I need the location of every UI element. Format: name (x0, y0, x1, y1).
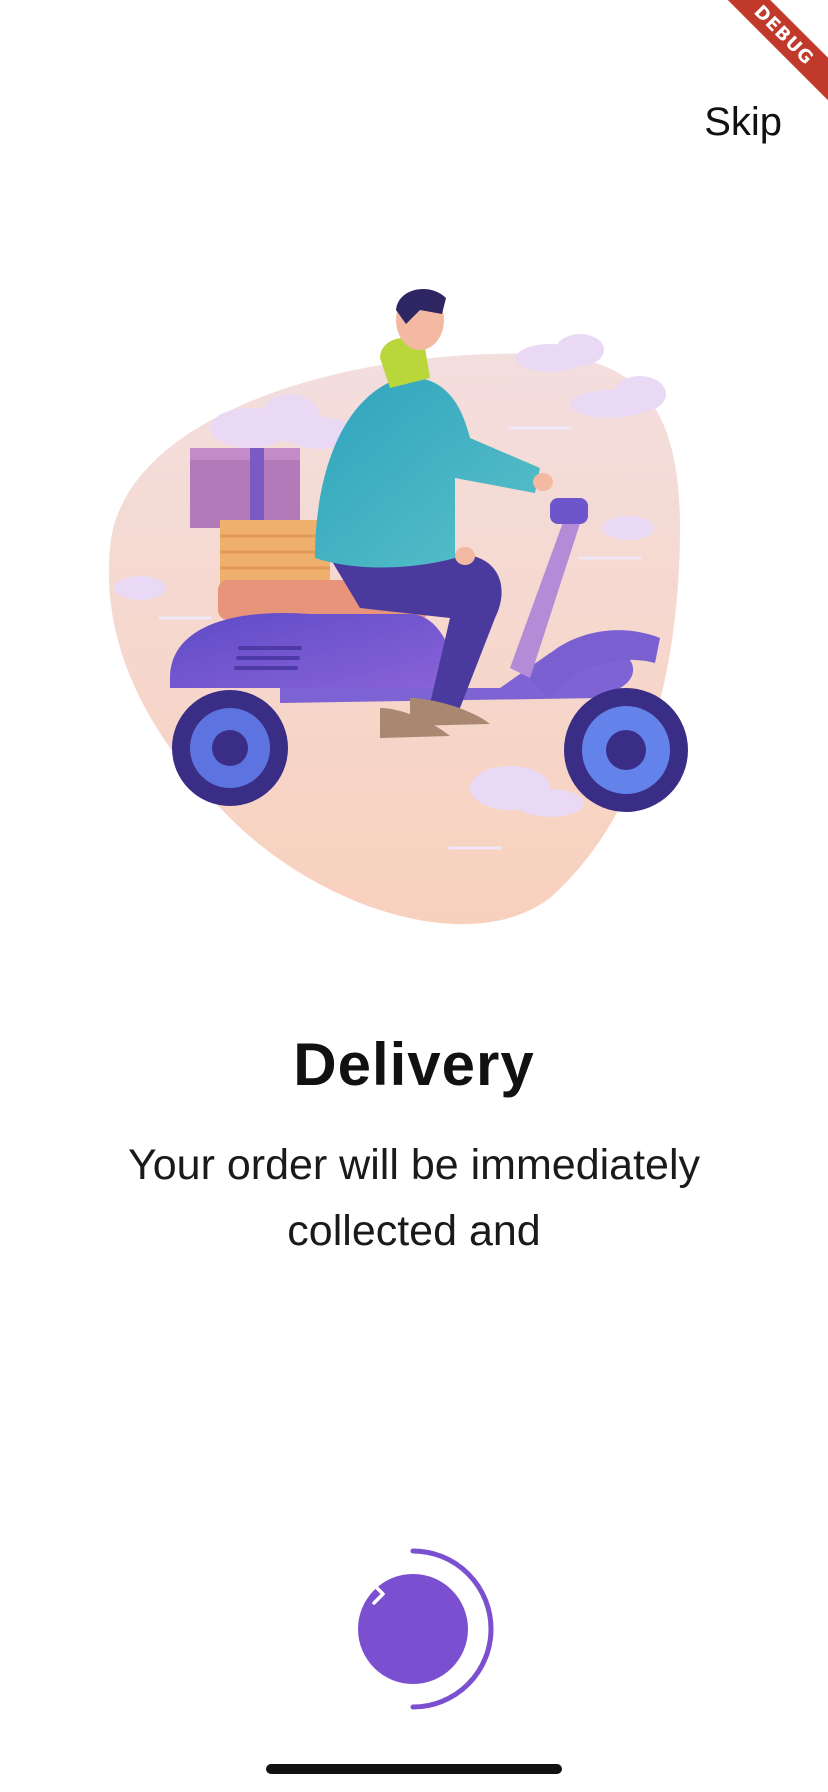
home-indicator (266, 1764, 562, 1774)
delivery-scooter-illustration (80, 258, 720, 968)
debug-banner-label: DEBUG (716, 0, 828, 103)
next-button[interactable] (358, 1574, 468, 1684)
page-title: Delivery (293, 1031, 535, 1098)
page-description: Your order will be immediately collected… (128, 1141, 700, 1255)
skip-button[interactable]: Skip (704, 100, 782, 145)
next-button-container (336, 1546, 496, 1716)
chevron-right-icon (372, 1583, 385, 1605)
